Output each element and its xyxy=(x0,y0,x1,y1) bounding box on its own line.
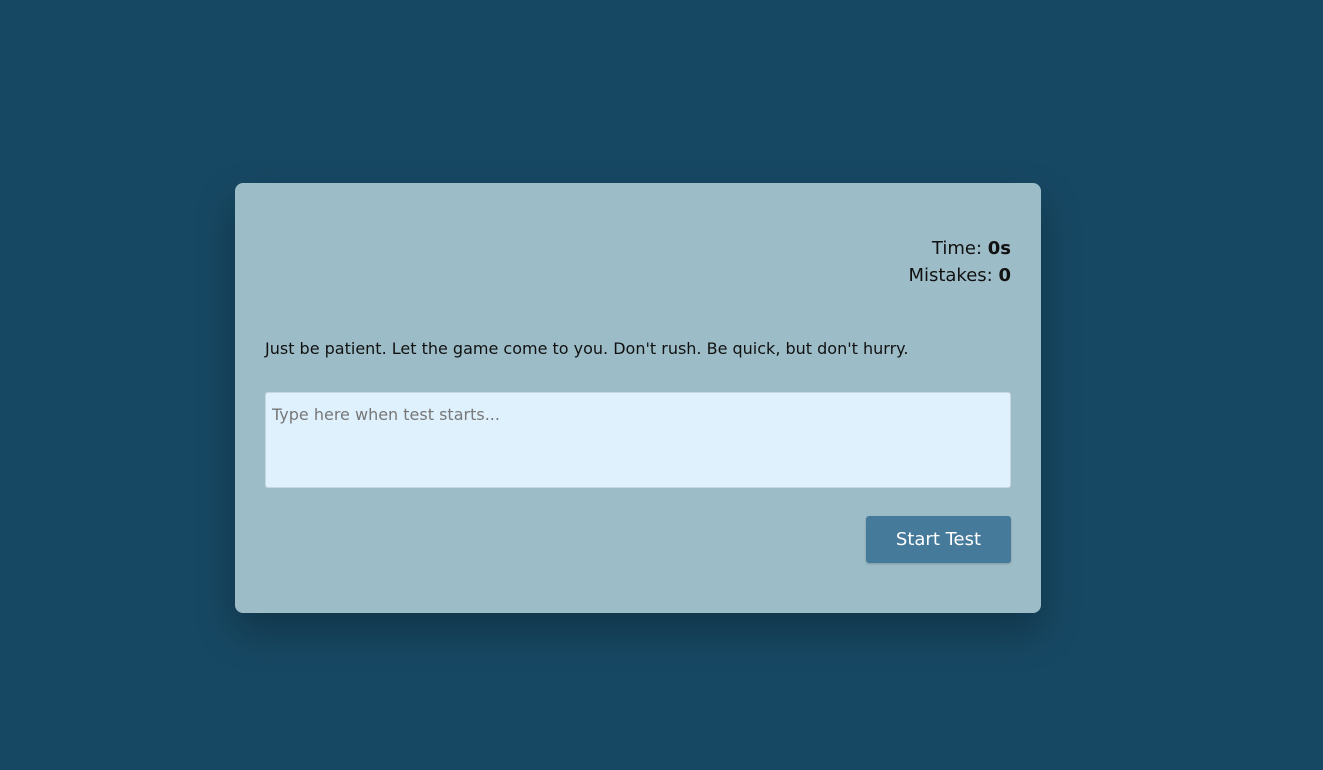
stats-panel: Time: 0s Mistakes: 0 xyxy=(908,235,1011,289)
quote-text: Just be patient. Let the game come to yo… xyxy=(265,339,909,358)
time-label: Time: xyxy=(931,238,988,259)
mistakes-stat: Mistakes: 0 xyxy=(908,262,1011,289)
time-value: 0s xyxy=(987,238,1011,259)
start-test-button[interactable]: Start Test xyxy=(866,516,1011,563)
mistakes-value: 0 xyxy=(998,265,1011,286)
mistakes-label: Mistakes: xyxy=(908,265,999,286)
typing-test-card: Time: 0s Mistakes: 0 Just be patient. Le… xyxy=(235,183,1041,613)
typing-input[interactable] xyxy=(265,392,1011,488)
time-stat: Time: 0s xyxy=(908,235,1011,262)
